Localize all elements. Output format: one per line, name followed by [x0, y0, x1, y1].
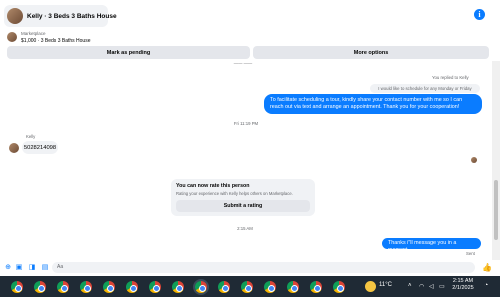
- listing-price-title[interactable]: $1,000 · 3 Beds 3 Baths House: [21, 38, 91, 44]
- mark-as-pending-button[interactable]: Mark as pending: [7, 46, 250, 59]
- thumbs-up-icon[interactable]: 👍: [482, 263, 492, 272]
- conversation-title: Kelly · 3 Beds 3 Baths House: [27, 12, 117, 20]
- message-input[interactable]: Aa: [52, 262, 475, 273]
- chrome-icon[interactable]: [172, 281, 184, 293]
- chrome-icon[interactable]: [126, 281, 138, 293]
- listing-thumbnail: [7, 32, 17, 42]
- rating-subtitle: Rating your experience with Kelly helps …: [176, 191, 293, 196]
- chrome-icon[interactable]: [218, 281, 230, 293]
- outgoing-message[interactable]: To facilitate scheduling a tour, kindly …: [264, 94, 482, 114]
- timestamp-divider: 2:15 AM: [237, 226, 253, 231]
- chrome-icon[interactable]: [195, 281, 207, 293]
- chrome-icon[interactable]: [310, 281, 322, 293]
- chrome-icon[interactable]: [149, 281, 161, 293]
- conversation-title-button[interactable]: Kelly · 3 Beds 3 Baths House: [4, 5, 117, 27]
- notification-bell-icon[interactable]: ◔: [484, 282, 488, 289]
- image-icon[interactable]: ▣: [15, 264, 23, 272]
- gif-icon[interactable]: ▤: [41, 264, 49, 272]
- chrome-icon[interactable]: [287, 281, 299, 293]
- message-status: Sent: [466, 251, 475, 256]
- plus-icon[interactable]: ⊕: [4, 264, 12, 272]
- incoming-message[interactable]: 5028214098: [22, 141, 58, 154]
- chrome-icon[interactable]: [34, 281, 46, 293]
- conversation-header: Kelly · 3 Beds 3 Baths House i: [0, 0, 500, 30]
- chrome-icon[interactable]: [80, 281, 92, 293]
- chrome-icon[interactable]: [241, 281, 253, 293]
- chrome-icon[interactable]: [333, 281, 345, 293]
- contact-avatar: [7, 8, 23, 24]
- rating-title: You can now rate this person: [176, 183, 250, 189]
- more-options-button[interactable]: More options: [253, 46, 489, 59]
- seen-indicator-avatar: [471, 157, 477, 163]
- sticker-icon[interactable]: ◨: [28, 264, 36, 272]
- timestamp-top: —— ——: [233, 61, 253, 66]
- weather-temperature[interactable]: 11°C: [379, 282, 392, 288]
- wifi-icon[interactable]: ◠: [419, 283, 424, 290]
- sender-name: Kelly: [26, 134, 36, 139]
- outgoing-message[interactable]: Thanks i"ll message you in a moment: [382, 238, 481, 253]
- messenger-window: Kelly · 3 Beds 3 Baths House i Marketpla…: [0, 0, 500, 297]
- listing-category: Marketplace: [21, 31, 46, 36]
- chevron-up-icon[interactable]: ˄: [408, 283, 412, 289]
- scrollbar-thumb[interactable]: [494, 180, 498, 240]
- replied-note: You replied to Kelly: [432, 75, 469, 80]
- chrome-icon[interactable]: [103, 281, 115, 293]
- chrome-icon[interactable]: [264, 281, 276, 293]
- sender-avatar[interactable]: [9, 143, 19, 153]
- clock-date: 2/1/2025: [452, 285, 474, 291]
- clock[interactable]: 2:15 AM 2/1/2025: [448, 278, 478, 292]
- battery-icon[interactable]: ▭: [439, 283, 445, 290]
- chrome-icon[interactable]: [57, 281, 69, 293]
- timestamp-divider: Fri 11:19 PM: [233, 121, 259, 126]
- volume-icon[interactable]: ◁: [429, 283, 434, 290]
- info-icon[interactable]: i: [474, 9, 485, 20]
- quoted-message[interactable]: I would like to schedule for any Monday …: [370, 84, 480, 93]
- clock-time: 2:15 AM: [452, 278, 474, 284]
- submit-rating-button[interactable]: Submit a rating: [176, 200, 310, 212]
- chrome-icon[interactable]: [11, 281, 23, 293]
- weather-icon[interactable]: [365, 281, 376, 292]
